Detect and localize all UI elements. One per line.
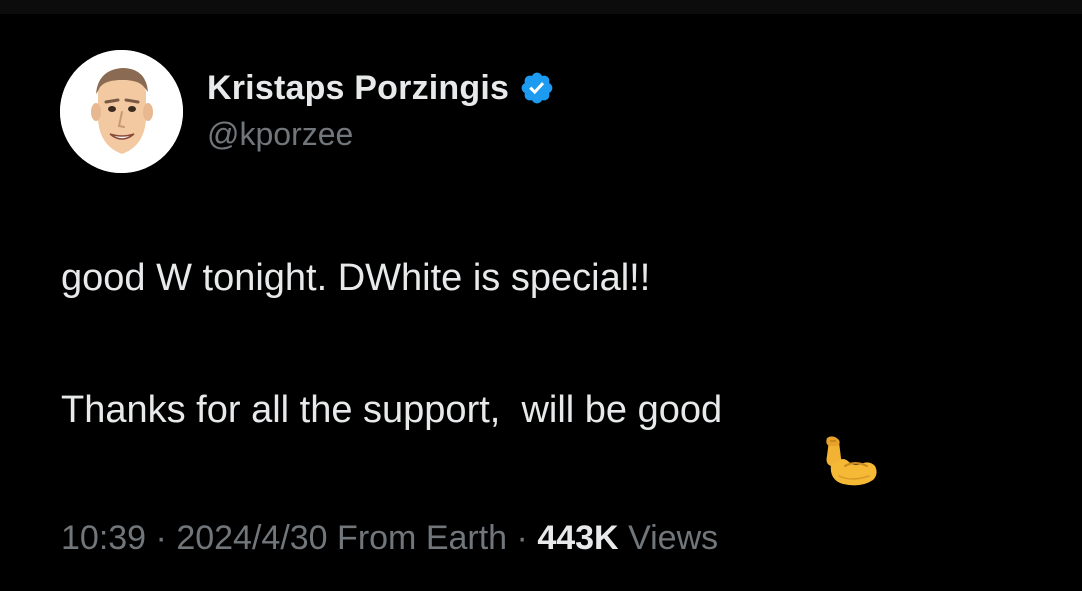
avatar[interactable] xyxy=(60,50,183,173)
flexed-biceps-icon xyxy=(736,384,877,486)
verified-badge-icon[interactable] xyxy=(519,70,555,106)
tweet-date[interactable]: 2024/4/30 xyxy=(176,519,327,557)
tweet-source: From Earth xyxy=(337,519,508,557)
tweet-line-1: good W tonight. DWhite is special!! xyxy=(61,257,651,299)
author-identity: Kristaps Porzingis @kporzee xyxy=(207,66,555,153)
tweet-card: Kristaps Porzingis @kporzee good W tonig… xyxy=(0,0,1082,591)
author-display-name[interactable]: Kristaps Porzingis xyxy=(207,69,509,108)
name-row: Kristaps Porzingis xyxy=(207,66,555,110)
tweet-text: good W tonight. DWhite is special!! Than… xyxy=(61,252,1021,486)
meta-separator-1: · xyxy=(155,519,167,557)
tweet-time[interactable]: 10:39 xyxy=(61,519,146,557)
tweet-line-2: Thanks for all the support, will be good xyxy=(61,389,723,431)
tweet-header: Kristaps Porzingis @kporzee xyxy=(60,50,555,173)
tweet-meta: 10:39 · 2024/4/30 From Earth · 443K View… xyxy=(61,519,718,558)
author-handle[interactable]: @kporzee xyxy=(207,116,555,153)
views-count[interactable]: 443K xyxy=(537,519,618,557)
tweet-line-2-row: Thanks for all the support, will be good xyxy=(61,384,1021,486)
avatar-face-icon xyxy=(60,50,183,173)
meta-separator-2: · xyxy=(516,519,528,557)
views-label: Views xyxy=(628,519,719,557)
